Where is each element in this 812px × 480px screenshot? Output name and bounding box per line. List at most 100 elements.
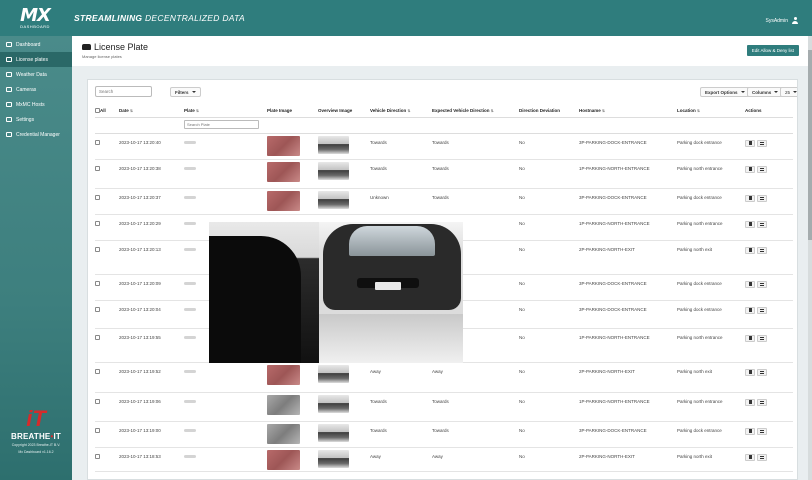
plate-thumbnail[interactable] xyxy=(267,364,300,385)
table-row[interactable]: 2023-10-17 13:19:00 Towards Towards No 3… xyxy=(95,421,793,448)
details-button[interactable] xyxy=(757,165,767,173)
location-cell: Parking dock entrance xyxy=(677,188,745,215)
details-button[interactable] xyxy=(757,334,767,342)
view-images-button[interactable] xyxy=(745,165,755,173)
sidebar-item-cameras[interactable]: Cameras xyxy=(0,82,72,97)
plate-search-input[interactable]: Search Plate xyxy=(184,119,259,129)
table-row[interactable]: 2023-10-17 13:19:52 Away Away No 2P-PARK… xyxy=(95,362,793,393)
plate-image-cell[interactable] xyxy=(267,447,318,472)
select-all-header[interactable]: All xyxy=(95,104,119,118)
overview-thumbnail[interactable] xyxy=(318,190,349,209)
user-menu[interactable]: SysAdmin xyxy=(765,17,798,24)
hostname-header[interactable]: Hostname ⇅ xyxy=(579,104,677,118)
sidebar-item-mxmc-hosts[interactable]: MxMC Hosts xyxy=(0,97,72,112)
details-button[interactable] xyxy=(757,280,767,288)
plate-image-cell[interactable] xyxy=(267,159,318,189)
overview-thumbnail[interactable] xyxy=(318,449,349,468)
view-images-button[interactable] xyxy=(745,306,755,314)
row-checkbox[interactable] xyxy=(95,194,100,200)
view-images-button[interactable] xyxy=(745,194,755,202)
table-row[interactable]: 2023-10-17 13:20:40 Towards Towards No 3… xyxy=(95,133,793,160)
row-checkbox[interactable] xyxy=(95,220,100,226)
row-checkbox[interactable] xyxy=(95,334,100,340)
plate-thumbnail[interactable] xyxy=(267,135,300,156)
page-size-select[interactable]: 25 xyxy=(780,87,797,97)
plate-image-cell[interactable] xyxy=(267,133,318,160)
table-row[interactable]: 2023-10-17 13:20:38 Towards Towards No 1… xyxy=(95,159,793,189)
row-checkbox[interactable] xyxy=(95,453,100,459)
sidebar-item-license-plates[interactable]: License plates xyxy=(0,52,72,67)
table-row[interactable]: 2023-10-17 13:20:37 Unknown Towards No 3… xyxy=(95,188,793,215)
search-input[interactable]: Search xyxy=(95,86,152,97)
view-images-button[interactable] xyxy=(745,220,755,228)
details-button[interactable] xyxy=(757,368,767,376)
row-checkbox[interactable] xyxy=(95,165,100,171)
sidebar-item-dashboard[interactable]: Dashboard xyxy=(0,37,72,52)
sidebar-item-credential-manager[interactable]: Credential Manager xyxy=(0,127,72,142)
details-button[interactable] xyxy=(757,139,767,147)
sidebar-item-weather-data[interactable]: Weather Data xyxy=(0,67,72,82)
sidebar-item-settings[interactable]: Settings xyxy=(0,112,72,127)
export-options-button[interactable]: Export Options xyxy=(700,87,750,97)
image-preview-popup[interactable] xyxy=(209,222,463,363)
plate-image-cell[interactable] xyxy=(267,421,318,448)
overview-image-cell[interactable] xyxy=(318,133,370,160)
view-images-button[interactable] xyxy=(745,139,755,147)
location-header[interactable]: Location ⇅ xyxy=(677,104,745,118)
view-images-button[interactable] xyxy=(745,398,755,406)
date-header[interactable]: Date ⇅ xyxy=(119,104,184,118)
plate-thumbnail[interactable] xyxy=(267,161,300,182)
plate-thumbnail[interactable] xyxy=(267,190,300,211)
plate-image-cell[interactable] xyxy=(267,392,318,422)
sidebar-item-label: Settings xyxy=(16,116,35,123)
view-images-button[interactable] xyxy=(745,334,755,342)
overview-thumbnail[interactable] xyxy=(318,135,349,154)
overview-image-cell[interactable] xyxy=(318,421,370,448)
hostname-cell: 2P-PARKING-NORTH-EXIT xyxy=(579,447,677,472)
view-images-button[interactable] xyxy=(745,246,755,254)
view-images-button[interactable] xyxy=(745,453,755,461)
view-images-button[interactable] xyxy=(745,280,755,288)
overview-image-cell[interactable] xyxy=(318,159,370,189)
plate-thumbnail[interactable] xyxy=(267,423,300,444)
details-button[interactable] xyxy=(757,246,767,254)
table-row[interactable]: 2023-10-17 13:19:06 Towards Towards No 1… xyxy=(95,392,793,422)
plate-header[interactable]: Plate ⇅ xyxy=(184,104,267,118)
overview-thumbnail[interactable] xyxy=(318,364,349,383)
overview-thumbnail[interactable] xyxy=(318,423,349,442)
vehicle-direction-header[interactable]: Vehicle Direction ⇅ xyxy=(370,104,432,118)
row-checkbox[interactable] xyxy=(95,398,100,404)
details-button[interactable] xyxy=(757,220,767,228)
scrollbar-thumb[interactable] xyxy=(808,50,812,240)
row-checkbox[interactable] xyxy=(95,368,100,374)
columns-button[interactable]: Columns xyxy=(747,87,784,97)
row-checkbox[interactable] xyxy=(95,427,100,433)
view-images-button[interactable] xyxy=(745,427,755,435)
overview-image-cell[interactable] xyxy=(318,447,370,472)
overview-image-cell[interactable] xyxy=(318,392,370,422)
details-button[interactable] xyxy=(757,427,767,435)
row-checkbox[interactable] xyxy=(95,306,100,312)
row-checkbox[interactable] xyxy=(95,139,100,145)
row-checkbox[interactable] xyxy=(95,246,100,252)
overview-thumbnail[interactable] xyxy=(318,161,349,180)
overview-image-cell[interactable] xyxy=(318,188,370,215)
plate-image-cell[interactable] xyxy=(267,188,318,215)
filters-button[interactable]: Filters xyxy=(170,87,201,97)
details-button[interactable] xyxy=(757,306,767,314)
edit-allow-deny-button[interactable]: Edit Allow & Deny list xyxy=(746,45,799,56)
details-button[interactable] xyxy=(757,398,767,406)
plate-thumbnail[interactable] xyxy=(267,394,300,415)
details-button[interactable] xyxy=(757,194,767,202)
table-row[interactable]: 2023-10-17 13:18:53 Away Away No 2P-PARK… xyxy=(95,447,793,472)
view-images-button[interactable] xyxy=(745,368,755,376)
overview-image-cell[interactable] xyxy=(318,362,370,393)
plate-thumbnail[interactable] xyxy=(267,449,300,470)
app-logo[interactable]: MX DASHBOARD xyxy=(0,0,70,36)
page-scrollbar[interactable] xyxy=(808,36,812,480)
details-button[interactable] xyxy=(757,453,767,461)
overview-thumbnail[interactable] xyxy=(318,394,349,413)
plate-image-cell[interactable] xyxy=(267,362,318,393)
row-checkbox[interactable] xyxy=(95,280,100,286)
expected-direction-header[interactable]: Expected Vehicle Direction ⇅ xyxy=(432,104,519,118)
